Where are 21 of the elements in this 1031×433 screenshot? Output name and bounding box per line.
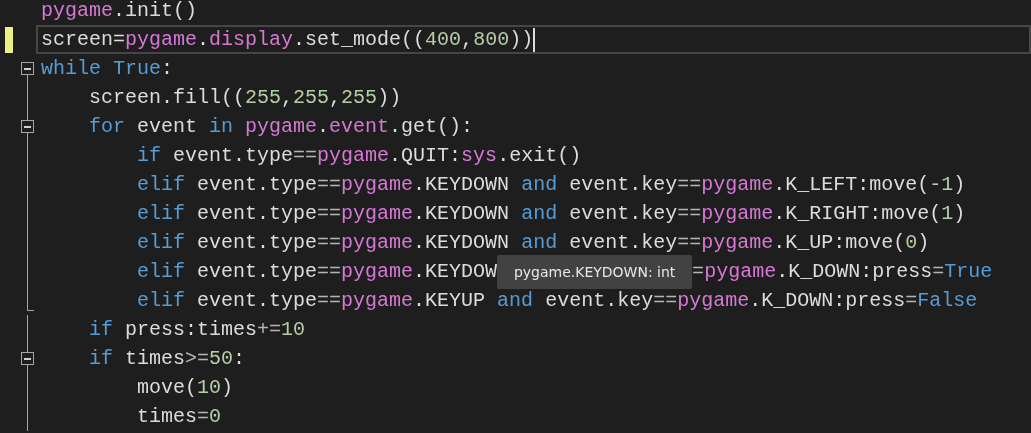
code-line: move(10) (136, 375, 234, 400)
code-line: if times>=50: (88, 346, 246, 371)
code-line: screen.fill((255,255,255)) (88, 85, 402, 110)
code-line: pygame.init() (41, 0, 198, 23)
code-line: elif event.type==pygame.KEYDOWN and event.key==pygame.K_LEFT:move(-1) (136, 172, 966, 197)
collapse-toggle[interactable] (21, 62, 34, 75)
collapse-toggle[interactable] (21, 120, 34, 133)
text-cursor (533, 27, 536, 52)
code-line: for event in pygame.event.get(): (88, 114, 474, 139)
code-line: elif event.type==pygame.KEYDOWN and event.key==pygame.K_RIGHT:move(1) (136, 201, 966, 226)
collapse-toggle[interactable] (21, 352, 34, 365)
code-line: times=0 (136, 404, 222, 429)
code-line: if event.type==pygame.QUIT:sys.exit() (136, 143, 582, 168)
code-line: elif event.type==pygame.KEYUP and event.key==pygame.K_DOWN:press=False (136, 288, 978, 313)
code-line: while True: (41, 56, 174, 81)
code-line: elif event.type==pygame.KEYDOW (136, 259, 498, 284)
code-line: screen=pygame.display.set_mode((400,800)) (41, 27, 534, 52)
tooltip: pygame.KEYDOWN: int (497, 254, 693, 289)
code-line: elif event.type==pygame.KEYDOWN and event.key==pygame.K_UP:move(0) (136, 230, 930, 255)
code-line: =pygame.K_DOWN:press=True (692, 259, 993, 284)
code-line: if press:times+=10 (88, 317, 306, 342)
